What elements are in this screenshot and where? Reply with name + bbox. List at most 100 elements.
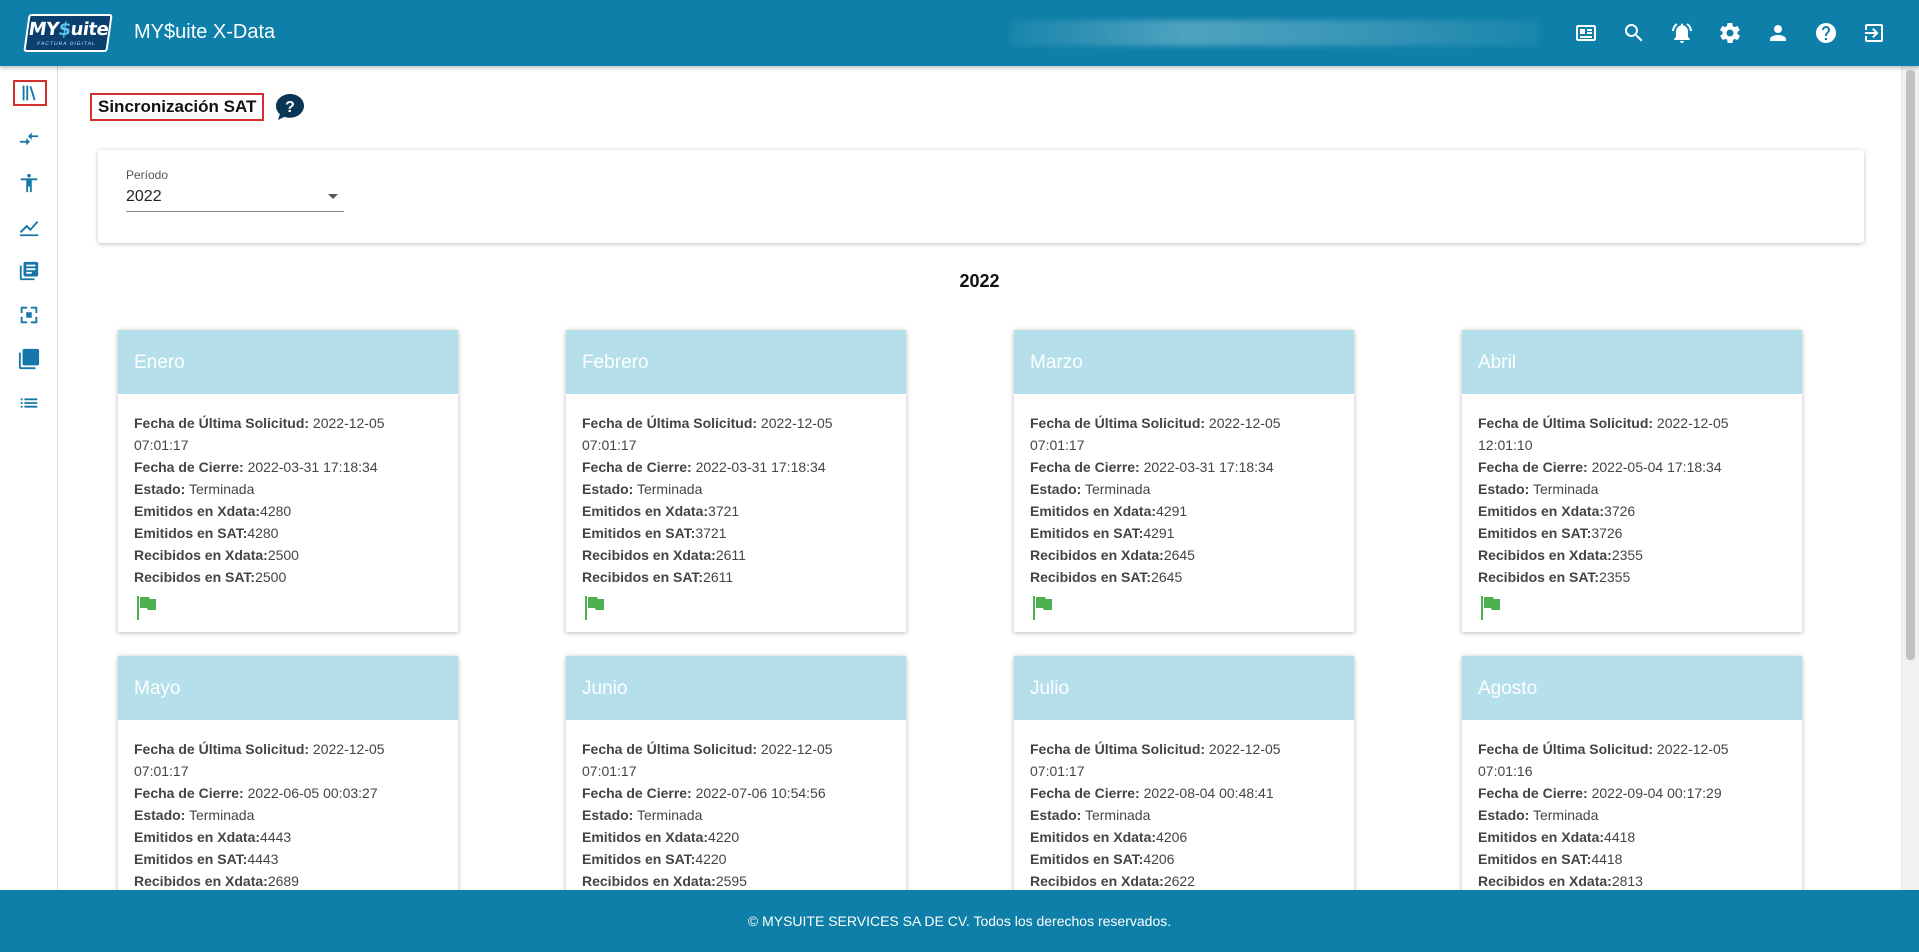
help-bubble-icon[interactable]: ? bbox=[274, 92, 306, 122]
sidebar-item-scan[interactable] bbox=[12, 300, 46, 330]
logo-subtitle: FACTURA DIGITAL bbox=[36, 40, 97, 47]
month-field-last-request: Fecha de Última Solicitud: 2022-12-05 07… bbox=[134, 738, 442, 782]
news-icon[interactable] bbox=[1571, 18, 1601, 48]
field-value: 2022-03-31 17:18:34 bbox=[695, 459, 826, 475]
field-label: Recibidos en Xdata: bbox=[582, 873, 716, 889]
compare-arrows-icon bbox=[19, 132, 39, 146]
month-field-last-request: Fecha de Última Solicitud: 2022-12-05 07… bbox=[1030, 412, 1338, 456]
month-field-issued-xdata: Emitidos en Xdata:4280 bbox=[134, 500, 442, 522]
field-label: Estado: bbox=[1478, 481, 1530, 497]
field-value: 3721 bbox=[695, 525, 727, 541]
field-value: 4291 bbox=[1156, 503, 1188, 519]
month-field-issued-sat: Emitidos en SAT:4291 bbox=[1030, 522, 1338, 544]
field-label: Estado: bbox=[134, 481, 186, 497]
field-value: Terminada bbox=[636, 481, 703, 497]
field-value: 4280 bbox=[247, 525, 279, 541]
field-label: Emitidos en Xdata: bbox=[1030, 829, 1157, 845]
month-field-close-date: Fecha de Cierre: 2022-03-31 17:18:34 bbox=[1030, 456, 1338, 478]
month-field-status: Estado: Terminada bbox=[582, 804, 890, 826]
field-value: 4220 bbox=[708, 829, 740, 845]
footer: © MYSUITE SERVICES SA DE CV. Todos los d… bbox=[0, 890, 1919, 952]
period-select[interactable]: 2022 bbox=[126, 186, 344, 212]
field-label: Fecha de Cierre: bbox=[134, 459, 244, 475]
document-scanner-icon bbox=[20, 306, 38, 324]
field-label: Fecha de Última Solicitud: bbox=[1030, 415, 1206, 431]
month-field-issued-sat: Emitidos en SAT:4220 bbox=[582, 848, 890, 870]
field-label: Estado: bbox=[134, 807, 186, 823]
notification-bell-icon[interactable] bbox=[1667, 18, 1697, 48]
month-field-issued-sat: Emitidos en SAT:4280 bbox=[134, 522, 442, 544]
month-card-body: Fecha de Última Solicitud: 2022-12-05 07… bbox=[1462, 720, 1802, 890]
field-value: Terminada bbox=[1532, 807, 1599, 823]
sidebar-item-copies[interactable] bbox=[12, 344, 46, 374]
month-field-status: Estado: Terminada bbox=[1478, 804, 1786, 826]
month-field-received-xdata: Recibidos en Xdata:2622 bbox=[1030, 870, 1338, 890]
field-label: Recibidos en Xdata: bbox=[1478, 873, 1612, 889]
month-card: Mayo Fecha de Última Solicitud: 2022-12-0… bbox=[118, 656, 458, 890]
month-field-last-request: Fecha de Última Solicitud: 2022-12-05 07… bbox=[582, 738, 890, 782]
filter-none-icon bbox=[18, 348, 40, 370]
help-icon[interactable] bbox=[1811, 18, 1841, 48]
month-card: Enero Fecha de Última Solicitud: 2022-12-… bbox=[118, 330, 458, 632]
month-field-last-request: Fecha de Última Solicitud: 2022-12-05 07… bbox=[1478, 738, 1786, 782]
month-card: Abril Fecha de Última Solicitud: 2022-12-… bbox=[1462, 330, 1802, 632]
field-label: Fecha de Última Solicitud: bbox=[582, 741, 758, 757]
sidebar-item-list[interactable] bbox=[12, 388, 46, 418]
field-value: Terminada bbox=[1532, 481, 1599, 497]
field-value: 2022-06-05 00:03:27 bbox=[247, 785, 378, 801]
month-card-body: Fecha de Última Solicitud: 2022-12-05 07… bbox=[118, 394, 458, 588]
app-title: MY$uite X-Data bbox=[134, 21, 276, 43]
field-label: Fecha de Última Solicitud: bbox=[1030, 741, 1206, 757]
field-value: 2645 bbox=[1151, 569, 1183, 585]
settings-gear-icon[interactable] bbox=[1715, 18, 1745, 48]
vertical-scrollbar[interactable] bbox=[1901, 66, 1919, 890]
field-value: 4291 bbox=[1143, 525, 1175, 541]
field-value: Terminada bbox=[1084, 807, 1151, 823]
field-label: Fecha de Última Solicitud: bbox=[134, 415, 310, 431]
flag-icon[interactable] bbox=[1478, 594, 1502, 620]
month-card-body: Fecha de Última Solicitud: 2022-12-05 12… bbox=[1462, 394, 1802, 588]
field-label: Recibidos en SAT: bbox=[134, 569, 256, 585]
field-value: 4280 bbox=[260, 503, 292, 519]
month-field-received-sat: Recibidos en SAT:2611 bbox=[582, 566, 890, 588]
month-field-status: Estado: Terminada bbox=[134, 478, 442, 500]
user-icon[interactable] bbox=[1763, 18, 1793, 48]
field-label: Fecha de Cierre: bbox=[582, 459, 692, 475]
month-field-status: Estado: Terminada bbox=[582, 478, 890, 500]
field-value: 3721 bbox=[708, 503, 740, 519]
search-icon[interactable] bbox=[1619, 18, 1649, 48]
sidebar-item-compare[interactable] bbox=[12, 124, 46, 154]
page-header: Sincronización SAT ? bbox=[90, 92, 306, 122]
field-label: Emitidos en SAT: bbox=[1030, 851, 1144, 867]
field-label: Recibidos en SAT: bbox=[1478, 569, 1600, 585]
period-value: 2022 bbox=[126, 188, 162, 205]
accessibility-icon bbox=[20, 173, 38, 193]
month-field-status: Estado: Terminada bbox=[1030, 804, 1338, 826]
month-field-issued-sat: Emitidos en SAT:4418 bbox=[1478, 848, 1786, 870]
field-value: 2813 bbox=[1611, 873, 1643, 889]
sidebar-item-accessibility[interactable] bbox=[12, 168, 46, 198]
flag-icon[interactable] bbox=[1030, 594, 1054, 620]
sidebar-item-library[interactable] bbox=[13, 80, 47, 106]
footer-copyright: © MYSUITE SERVICES SA DE CV. Todos los d… bbox=[747, 913, 1172, 929]
month-card-title: Abril bbox=[1462, 330, 1802, 394]
field-label: Emitidos en Xdata: bbox=[134, 829, 261, 845]
field-value: 2611 bbox=[703, 569, 734, 585]
blurred-company-info bbox=[1010, 20, 1540, 46]
sidebar-item-reports[interactable] bbox=[12, 256, 46, 286]
scrollbar-thumb[interactable] bbox=[1906, 70, 1915, 660]
field-label: Fecha de Cierre: bbox=[1030, 785, 1140, 801]
line-chart-icon bbox=[19, 221, 39, 237]
month-field-status: Estado: Terminada bbox=[1030, 478, 1338, 500]
month-field-received-xdata: Recibidos en Xdata:2355 bbox=[1478, 544, 1786, 566]
page-title: Sincronización SAT bbox=[90, 93, 265, 121]
logout-icon[interactable] bbox=[1859, 18, 1889, 48]
sidebar-item-charts[interactable] bbox=[12, 212, 46, 242]
mysuite-logo[interactable]: MY$uite FACTURA DIGITAL bbox=[23, 14, 113, 52]
flag-icon[interactable] bbox=[582, 594, 606, 620]
year-heading: 2022 bbox=[959, 271, 1000, 291]
flag-icon[interactable] bbox=[134, 594, 158, 620]
field-value: 4443 bbox=[247, 851, 279, 867]
field-value: 2022-08-04 00:48:41 bbox=[1143, 785, 1274, 801]
month-field-close-date: Fecha de Cierre: 2022-03-31 17:18:34 bbox=[582, 456, 890, 478]
